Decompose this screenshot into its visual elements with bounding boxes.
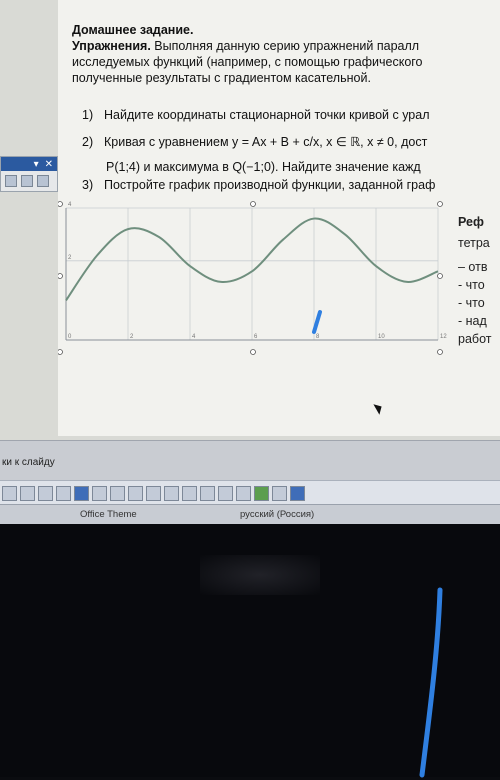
exercise-line2: исследуемых функций (например, с помощью… xyxy=(72,55,423,69)
x-tick-label-12: 12 xyxy=(440,334,447,340)
task-1: 1) Найдите координаты стационарной точки … xyxy=(82,108,500,122)
notes-pane[interactable]: ки к слайду xyxy=(0,440,500,481)
task-2-text: Кривая с уравнением y = Ax + B + c/x, x … xyxy=(104,135,428,149)
floating-panel-titlebar[interactable]: ▾ ✕ xyxy=(1,157,57,171)
side-text-6: работ xyxy=(458,332,492,346)
task-2-number: 2) xyxy=(82,135,94,149)
notes-label: ки к слайду xyxy=(2,457,55,468)
rectangle-tool-icon[interactable] xyxy=(2,485,17,501)
dash-style-icon[interactable] xyxy=(218,485,233,501)
graph-background xyxy=(58,200,448,360)
task-3: 3) Постройте график производной функции, … xyxy=(82,178,500,192)
pen-icon[interactable] xyxy=(5,175,17,187)
task-1-number: 1) xyxy=(82,108,94,122)
toolbar-options-icon[interactable] xyxy=(290,485,305,501)
selection-handle-1[interactable] xyxy=(250,201,256,207)
x-tick-label-10: 10 xyxy=(378,334,385,340)
font-color-icon[interactable] xyxy=(182,485,197,501)
exercise-paragraph: Упражнения. Выполняя данную серию упражн… xyxy=(72,38,500,86)
selection-handle-5[interactable] xyxy=(58,349,63,355)
language-indicator[interactable]: русский (Россия) xyxy=(240,509,314,520)
exercise-line3: полученные результаты с градиентом касат… xyxy=(72,71,371,85)
side-text-0: Реф xyxy=(458,215,484,229)
status-bar: Office Theme русский (Россия) xyxy=(0,504,500,525)
arrow-tool-icon[interactable] xyxy=(56,485,71,501)
task-3-number: 3) xyxy=(82,178,94,192)
shadow-style-icon[interactable] xyxy=(254,485,269,501)
wordart-tool-icon[interactable] xyxy=(92,485,107,501)
selection-handle-2[interactable] xyxy=(437,201,443,207)
line-color-icon[interactable] xyxy=(164,485,179,501)
slide-canvas-area: Домашнее задание. Упражнения. Выполняя д… xyxy=(0,0,500,440)
exercise-label: Упражнения. xyxy=(72,39,151,53)
blue-pen-mark xyxy=(419,587,443,778)
panel-menu-arrow-icon[interactable]: ▾ xyxy=(34,159,39,170)
close-icon[interactable]: ✕ xyxy=(45,159,53,170)
side-text-4: - что xyxy=(458,296,485,310)
line-style-icon[interactable] xyxy=(200,485,215,501)
side-text-3: - что xyxy=(458,278,485,292)
task-2-continuation: P(1;4) и максимума в Q(−1;0). Найдите зн… xyxy=(106,160,500,174)
arrow-style-icon[interactable] xyxy=(236,485,251,501)
selection-handle-7[interactable] xyxy=(437,349,443,355)
selection-handle-6[interactable] xyxy=(250,349,256,355)
floating-drawing-panel[interactable]: ▾ ✕ xyxy=(0,156,58,192)
theme-name: Office Theme xyxy=(80,509,137,520)
task-2-continuation-text: P(1;4) и максимума в Q(−1;0). Найдите зн… xyxy=(106,160,421,174)
clipart-tool-icon[interactable] xyxy=(110,485,125,501)
drawing-toolbar xyxy=(0,480,500,505)
blue-pen-stroke xyxy=(419,587,443,778)
marker-icon[interactable] xyxy=(21,175,33,187)
eraser-icon[interactable] xyxy=(37,175,49,187)
3d-style-icon[interactable] xyxy=(272,485,287,501)
side-text-2: – отв xyxy=(458,260,488,274)
line-tool-icon[interactable] xyxy=(38,485,53,501)
selection-handle-3[interactable] xyxy=(58,273,63,279)
homework-title: Домашнее задание. xyxy=(72,23,194,37)
fill-color-icon[interactable] xyxy=(146,485,161,501)
textbox-tool-icon[interactable] xyxy=(74,485,89,501)
picture-tool-icon[interactable] xyxy=(128,485,143,501)
function-graph[interactable]: 0 2 4 6 8 10 1242 xyxy=(58,200,448,360)
panel-tools xyxy=(1,171,57,191)
selection-handle-0[interactable] xyxy=(58,201,63,207)
screen-reflection xyxy=(200,555,320,595)
side-text-5: - над xyxy=(458,314,487,328)
task-1-text: Найдите координаты стационарной точки кр… xyxy=(104,108,430,122)
task-3-text: Постройте график производной функции, за… xyxy=(104,178,436,192)
side-text-1: тетра xyxy=(458,236,490,250)
exercise-line1: Выполняя данную серию упражнений паралл xyxy=(150,39,420,53)
selection-handle-4[interactable] xyxy=(437,273,443,279)
task-2: 2) Кривая с уравнением y = Ax + B + c/x, … xyxy=(82,134,500,149)
oval-tool-icon[interactable] xyxy=(20,485,35,501)
